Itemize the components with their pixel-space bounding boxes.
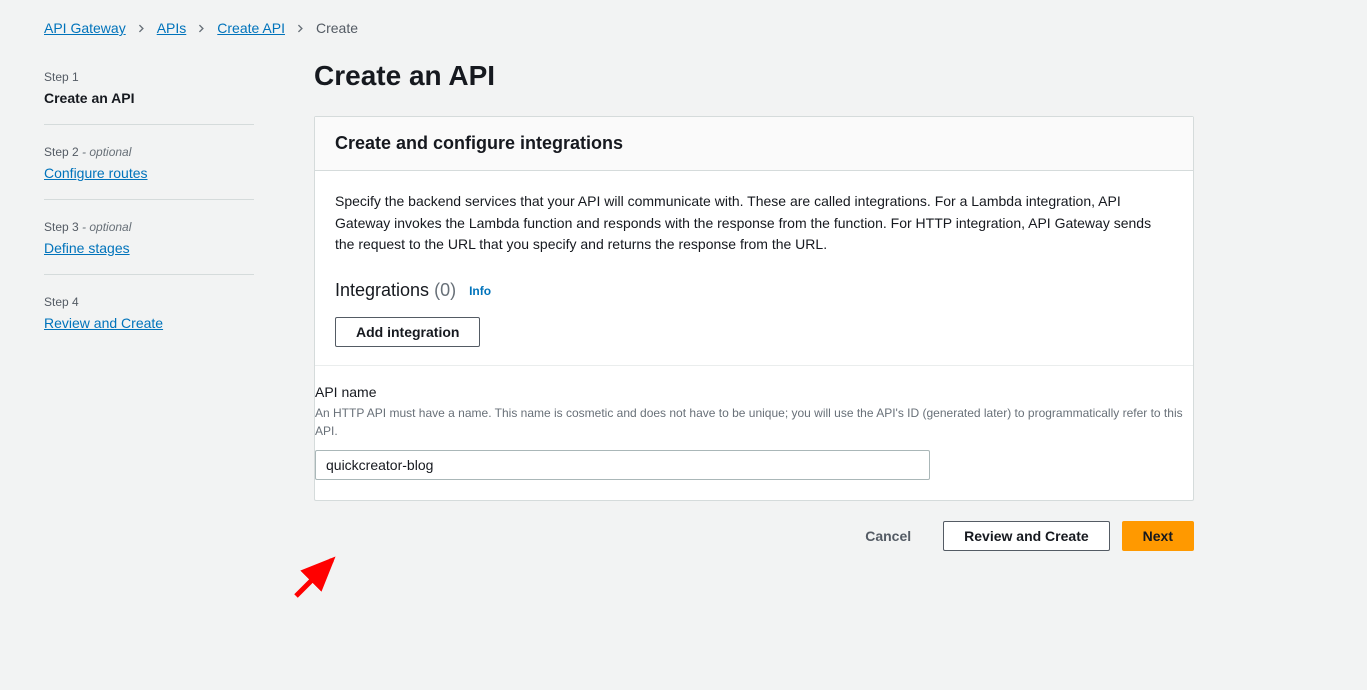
next-button[interactable]: Next xyxy=(1122,521,1194,551)
main-content: Create an API Create and configure integ… xyxy=(314,60,1194,551)
step-4: Step 4 Review and Create xyxy=(44,287,254,349)
chevron-right-icon xyxy=(196,23,207,34)
integrations-label: Integrations xyxy=(335,280,429,300)
step-1: Step 1 Create an API xyxy=(44,62,254,125)
footer-actions: Cancel Review and Create Next xyxy=(314,521,1194,551)
step-number: Step 2 xyxy=(44,145,82,159)
integrations-count: (0) xyxy=(434,280,456,300)
api-name-hint: An HTTP API must have a name. This name … xyxy=(315,404,1193,440)
step-title-create-api: Create an API xyxy=(44,90,254,106)
breadcrumb: API Gateway APIs Create API Create xyxy=(44,20,1323,36)
step-2: Step 2 - optional Configure routes xyxy=(44,137,254,200)
step-number: Step 1 xyxy=(44,70,79,84)
integrations-section-title: Integrations (0) Info xyxy=(335,280,1173,301)
cancel-button[interactable]: Cancel xyxy=(845,522,931,550)
wizard-steps: Step 1 Create an API Step 2 - optional C… xyxy=(44,60,254,361)
step-optional: - optional xyxy=(82,145,131,159)
step-3: Step 3 - optional Define stages xyxy=(44,212,254,275)
step-title-review-create[interactable]: Review and Create xyxy=(44,315,254,331)
breadcrumb-api-gateway[interactable]: API Gateway xyxy=(44,20,126,36)
step-number: Step 3 xyxy=(44,220,82,234)
step-title-define-stages[interactable]: Define stages xyxy=(44,240,254,256)
step-optional: - optional xyxy=(82,220,131,234)
api-name-label: API name xyxy=(315,384,1193,400)
panel-heading: Create and configure integrations xyxy=(335,133,1173,154)
review-and-create-button[interactable]: Review and Create xyxy=(943,521,1110,551)
breadcrumb-create-api[interactable]: Create API xyxy=(217,20,285,36)
chevron-right-icon xyxy=(295,23,306,34)
panel-description: Specify the backend services that your A… xyxy=(335,191,1173,256)
breadcrumb-current: Create xyxy=(316,20,358,36)
chevron-right-icon xyxy=(136,23,147,34)
page-title: Create an API xyxy=(314,60,1194,92)
info-link[interactable]: Info xyxy=(469,284,491,298)
breadcrumb-apis[interactable]: APIs xyxy=(157,20,187,36)
api-name-input[interactable] xyxy=(315,450,930,480)
step-title-configure-routes[interactable]: Configure routes xyxy=(44,165,254,181)
integrations-panel: Create and configure integrations Specif… xyxy=(314,116,1194,501)
step-number: Step 4 xyxy=(44,295,79,309)
annotation-arrow-icon xyxy=(292,550,352,600)
add-integration-button[interactable]: Add integration xyxy=(335,317,480,347)
panel-header: Create and configure integrations xyxy=(315,117,1193,171)
